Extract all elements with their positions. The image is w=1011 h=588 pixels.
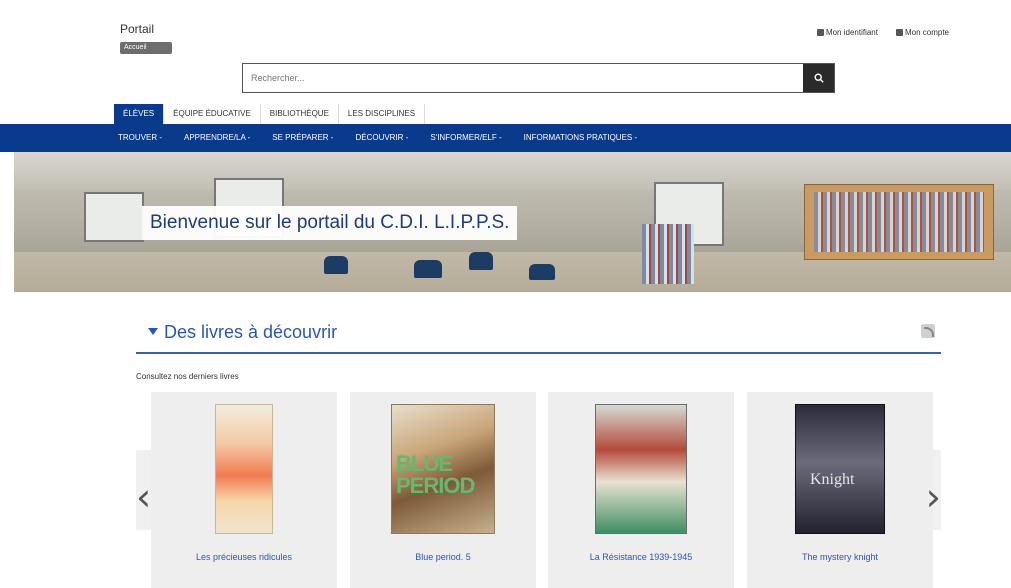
hero-chair <box>529 264 555 280</box>
caret-down-icon <box>148 328 158 335</box>
header: Portail Accueil Mon identifiant Mon comp… <box>0 0 1011 124</box>
search-button[interactable] <box>803 64 834 92</box>
carousel-next-button[interactable]: › <box>926 478 941 516</box>
search-icon <box>813 73 824 83</box>
hero-chair <box>324 256 348 274</box>
audience-tabs: ÉLÈVES ÉQUIPE ÉDUCATIVE BIBLIOTHÈQUE LES… <box>114 104 426 124</box>
nav-item-se-preparer[interactable]: SE PRÉPARER - <box>272 124 333 152</box>
user-links: Mon identifiant Mon compte <box>816 28 949 37</box>
search-bar <box>242 63 835 93</box>
site-title[interactable]: Portail <box>120 22 172 36</box>
home-badge[interactable]: Accueil <box>120 42 172 54</box>
book-cover-text: Knight <box>810 471 855 488</box>
hero-books <box>814 192 984 252</box>
site-brand[interactable]: Portail Accueil <box>120 22 172 54</box>
tab-bibliotheque[interactable]: BIBLIOTHÈQUE <box>261 104 339 124</box>
main-nav: TROUVER - APPRENDRE/LA - SE PRÉPARER - D… <box>0 124 1011 152</box>
hero-banner: Bienvenue sur le portail du C.D.I. L.I.P… <box>14 152 1011 292</box>
book-cover[interactable] <box>215 404 273 534</box>
carousel-prev-button[interactable]: ‹ <box>136 478 151 516</box>
book-card[interactable]: Knight The mystery knight <box>747 392 933 588</box>
book-card[interactable]: Les précieuses ridicules <box>151 392 337 588</box>
book-carousel: Les précieuses ridicules BLUE PERIOD Blu… <box>136 392 941 588</box>
tab-equipe-educative[interactable]: ÉQUIPE ÉDUCATIVE <box>164 104 261 124</box>
nav-item-infos-pratiques[interactable]: INFORMATIONS PRATIQUES - <box>524 124 637 152</box>
books-section: Des livres à découvrir Consultez nos der… <box>136 318 941 381</box>
book-cover[interactable]: BLUE PERIOD <box>391 404 495 534</box>
book-card[interactable]: La Résistance 1939-1945 <box>548 392 734 588</box>
chevron-left-icon: ‹ <box>136 475 152 519</box>
book-title[interactable]: Les précieuses ridicules <box>151 552 337 562</box>
section-subtitle: Consultez nos derniers livres <box>136 372 239 381</box>
book-card[interactable]: BLUE PERIOD Blue period. 5 <box>350 392 536 588</box>
hero-window <box>84 192 144 242</box>
hero-chair <box>469 252 493 270</box>
hero-chair <box>414 260 442 278</box>
user-icon <box>895 29 903 36</box>
hero-bookshelf <box>642 224 694 284</box>
id-card-icon <box>816 29 824 36</box>
book-title[interactable]: Blue period. 5 <box>350 552 536 562</box>
rss-icon[interactable] <box>921 324 935 338</box>
book-title[interactable]: The mystery knight <box>747 552 933 562</box>
section-title[interactable]: Des livres à découvrir <box>148 322 337 343</box>
search-input[interactable] <box>243 64 783 92</box>
chevron-right-icon: › <box>925 475 941 519</box>
book-title[interactable]: La Résistance 1939-1945 <box>548 552 734 562</box>
book-cover[interactable] <box>595 404 687 534</box>
hero-caption: Bienvenue sur le portail du C.D.I. L.I.P… <box>142 206 518 240</box>
book-cover-text: BLUE PERIOD <box>396 451 475 498</box>
section-header: Des livres à découvrir <box>136 318 941 354</box>
tab-eleves[interactable]: ÉLÈVES <box>114 104 165 124</box>
book-cover[interactable]: Knight <box>795 404 885 534</box>
nav-item-decouvrir[interactable]: DÉCOUVRIR - <box>355 124 408 152</box>
tab-disciplines[interactable]: LES DISCIPLINES <box>339 104 426 124</box>
nav-item-trouver[interactable]: TROUVER - <box>118 124 162 152</box>
user-link-account[interactable]: Mon compte <box>895 28 949 37</box>
nav-item-sinformer[interactable]: S'INFORMER/ELF - <box>430 124 501 152</box>
nav-item-apprendre[interactable]: APPRENDRE/LA - <box>184 124 250 152</box>
user-link-identifier[interactable]: Mon identifiant <box>816 28 878 37</box>
